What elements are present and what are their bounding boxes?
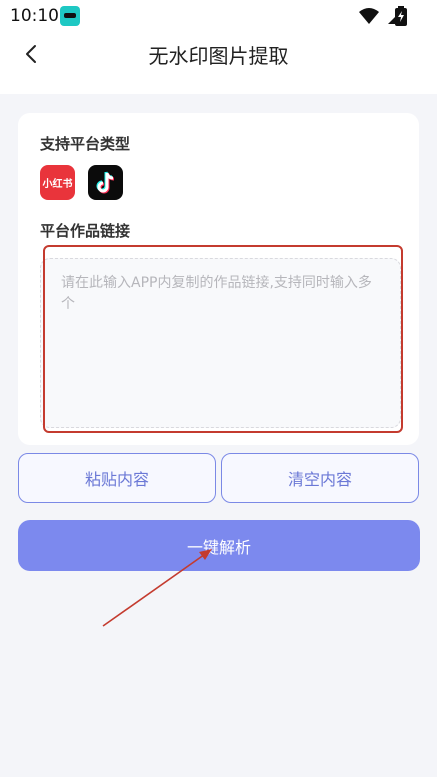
platform-type-label: 支持平台类型 xyxy=(40,135,131,153)
page-title: 无水印图片提取 xyxy=(148,44,289,68)
work-link-label: 平台作品链接 xyxy=(40,222,131,240)
status-time: 10:10 xyxy=(10,6,59,26)
link-input[interactable] xyxy=(40,258,401,428)
douyin-icon xyxy=(88,165,123,200)
input-card: 支持平台类型 小红书 平台作品链接 xyxy=(18,113,419,445)
clear-button[interactable]: 清空内容 xyxy=(221,453,419,503)
xiaohongshu-icon-text: 小红书 xyxy=(42,179,73,190)
app-header: 无水印图片提取 xyxy=(0,32,437,94)
parse-button[interactable]: 一键解析 xyxy=(18,520,420,571)
douyin-note-icon xyxy=(96,171,114,193)
app-notification-icon xyxy=(60,6,80,26)
xiaohongshu-icon: 小红书 xyxy=(40,165,75,200)
paste-button[interactable]: 粘贴内容 xyxy=(18,453,216,503)
status-bar: 10:10 xyxy=(0,0,437,32)
battery-icon xyxy=(395,6,407,26)
wifi-icon xyxy=(359,8,379,24)
